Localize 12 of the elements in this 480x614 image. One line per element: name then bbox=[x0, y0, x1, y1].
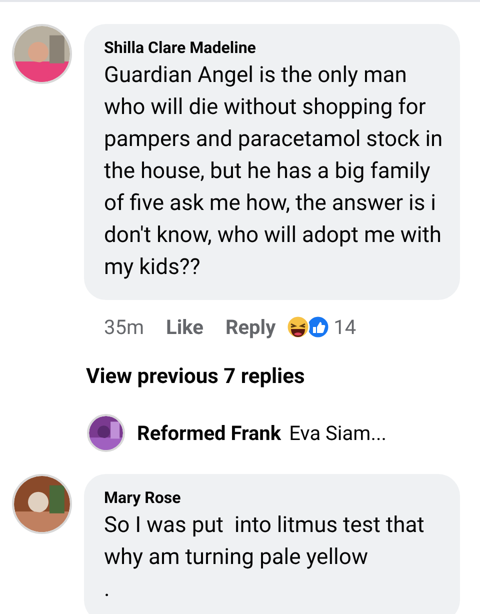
reaction-icons[interactable] bbox=[286, 315, 330, 339]
reaction-count: 14 bbox=[334, 314, 356, 341]
author-name[interactable]: Mary Rose bbox=[104, 486, 444, 510]
author-name[interactable]: Shilla Clare Madeline bbox=[104, 36, 444, 60]
view-replies-link[interactable]: View previous 7 replies bbox=[86, 362, 305, 394]
timestamp: 35m bbox=[104, 314, 144, 341]
action-link[interactable]: Like bbox=[166, 312, 204, 342]
comment-text: So I was put into litmus test that why am turning pale yellow . bbox=[104, 512, 426, 604]
reply-author[interactable]: Reformed Frank bbox=[137, 418, 282, 448]
reply-preview: Eva Siam... bbox=[289, 420, 387, 446]
comment-text: Guardian Angel is the only man who will die without shopping for pampers and paracetamol stock in the house, but he has a big family of five ask me how, the answer is i don't know, who will adopt me with my kids?? bbox=[104, 62, 444, 282]
action-link[interactable]: Reply bbox=[225, 312, 276, 342]
